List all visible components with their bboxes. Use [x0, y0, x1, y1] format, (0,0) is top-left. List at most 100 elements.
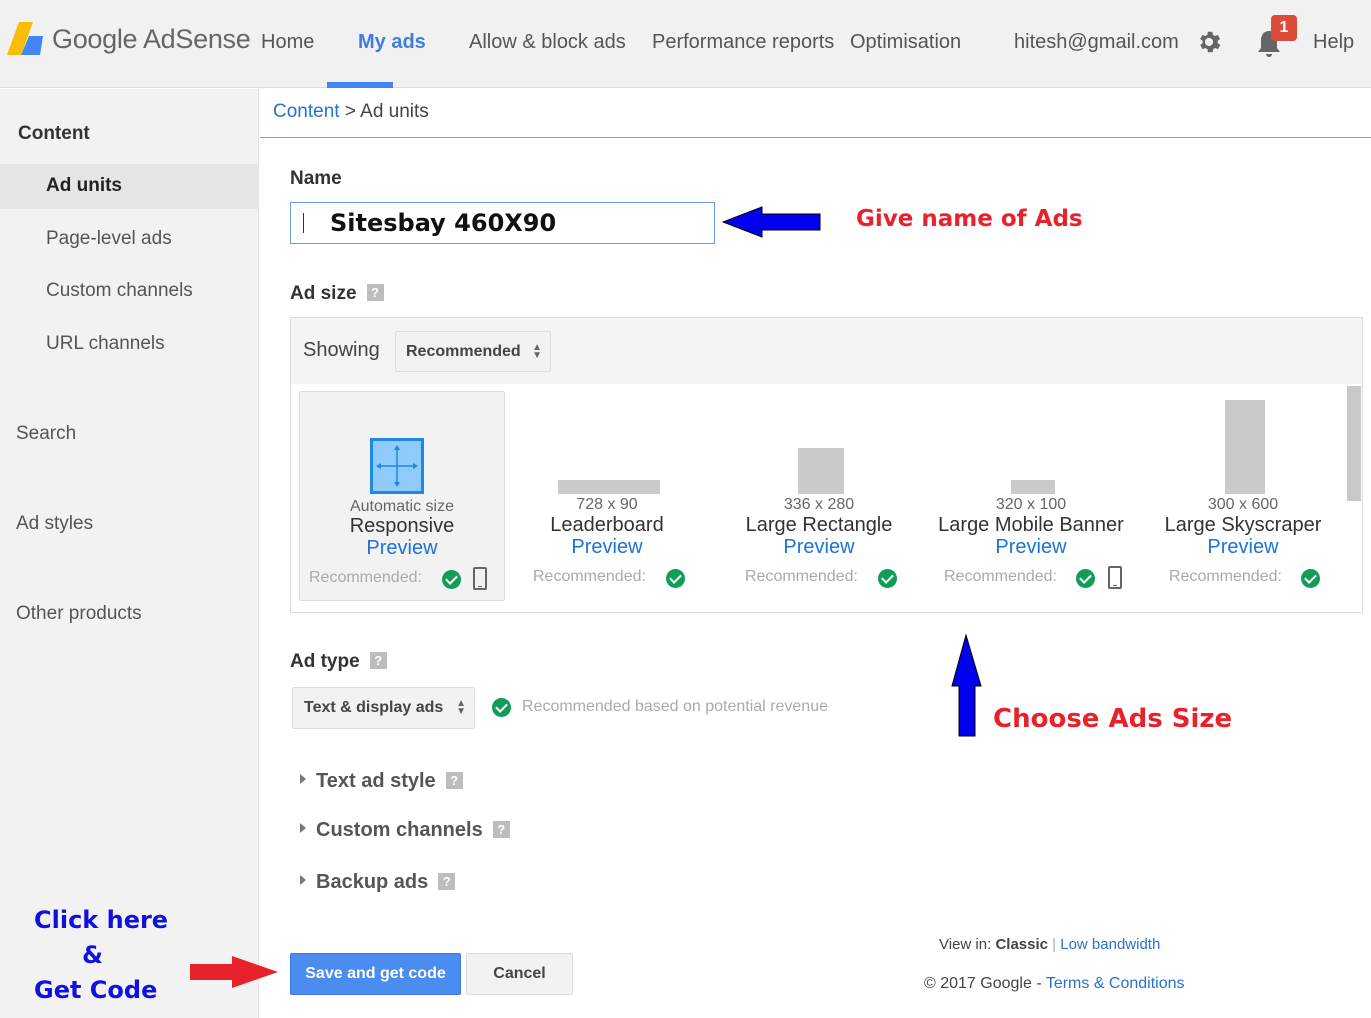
responsive-resize-icon [370, 438, 424, 494]
annotation-arrow-left-icon [722, 206, 821, 238]
ad-size-panel: Showing Recommended ▲ ▼ Automatic size Re… [290, 317, 1363, 613]
recommended-label: Recommended: [1169, 568, 1282, 585]
nav-optimisation[interactable]: Optimisation [850, 31, 961, 54]
ad-type-recommendation: Recommended based on potential revenue [522, 698, 828, 715]
name-label: Name [290, 168, 342, 189]
ad-unit-name-input[interactable]: Sitesbay 460X90 [290, 202, 715, 244]
section-backup-ads[interactable]: Backup ads? [300, 871, 456, 894]
help-link[interactable]: Help [1313, 31, 1354, 54]
view-classic: Classic [995, 936, 1048, 953]
preview-link[interactable]: Preview [928, 536, 1134, 559]
help-icon[interactable]: ? [492, 821, 510, 838]
ad-size-card-large-mobile-banner[interactable]: 320 x 100 Large Mobile Banner Preview Re… [928, 391, 1134, 601]
check-icon [666, 569, 685, 588]
ad-size-title: Large Mobile Banner [938, 514, 1124, 536]
ad-size-card-responsive[interactable]: Automatic size Responsive Preview Recomm… [299, 391, 505, 601]
expand-triangle-icon [300, 823, 306, 833]
active-tab-indicator [327, 82, 393, 88]
expand-triangle-icon [300, 875, 306, 885]
ad-size-card-leaderboard[interactable]: 728 x 90 Leaderboard Preview Recommended… [504, 391, 710, 601]
sidebar-section-content[interactable]: Content [18, 123, 90, 145]
ad-size-card-large-skyscraper[interactable]: 300 x 600 Large Skyscraper Preview Recom… [1140, 391, 1346, 601]
notification-badge[interactable]: 1 [1271, 15, 1297, 41]
section-label: Text ad style [316, 770, 436, 792]
preview-link[interactable]: Preview [300, 537, 504, 560]
sidebar-item-ad-units[interactable]: Ad units [46, 175, 122, 197]
ad-shape-preview [1225, 400, 1265, 494]
expand-triangle-icon [300, 774, 306, 784]
sidebar-item-search[interactable]: Search [16, 423, 76, 445]
ad-size-dims: 728 x 90 [576, 496, 638, 513]
preview-link[interactable]: Preview [504, 536, 710, 559]
sidebar-selected-highlight [0, 164, 259, 209]
annotation-ampersand: & [82, 941, 103, 969]
mobile-phone-icon [473, 567, 487, 590]
check-icon [492, 698, 511, 717]
help-icon[interactable]: ? [445, 772, 463, 789]
ad-type-label: Ad type? [290, 651, 387, 673]
ad-size-scrollbar[interactable] [1347, 386, 1361, 501]
sidebar-item-other-products[interactable]: Other products [16, 603, 142, 625]
save-and-get-code-button[interactable]: Save and get code [290, 953, 461, 995]
copyright-row: © 2017 Google - Terms & Conditions [924, 975, 1185, 993]
view-in-label: View in: [939, 936, 992, 953]
recommended-label: Recommended: [944, 568, 1057, 585]
adsense-logo-icon [7, 22, 43, 55]
copyright-separator: - [1036, 975, 1042, 992]
check-icon [442, 570, 461, 589]
sidebar-item-ad-styles[interactable]: Ad styles [16, 513, 93, 535]
terms-link[interactable]: Terms & Conditions [1046, 975, 1185, 992]
ad-shape-preview [1011, 480, 1055, 494]
user-email[interactable]: hitesh@gmail.com [1014, 31, 1179, 54]
check-icon [1301, 569, 1320, 588]
brand-name[interactable]: Google AdSense [52, 24, 251, 55]
sidebar-item-page-level-ads[interactable]: Page-level ads [46, 228, 172, 250]
ad-type-select[interactable]: Text & display ads ▲ ▼ [292, 687, 475, 729]
help-icon[interactable]: ? [369, 652, 387, 669]
ad-size-dims: 320 x 100 [995, 496, 1067, 513]
ad-size-title: Leaderboard [550, 514, 664, 536]
cancel-button[interactable]: Cancel [466, 953, 573, 995]
gear-icon[interactable] [1195, 28, 1223, 56]
section-text-ad-style[interactable]: Text ad style? [300, 770, 463, 793]
ad-size-label: Ad size? [290, 283, 384, 305]
view-in-row: View in: Classic | Low bandwidth [939, 936, 1160, 953]
annotation-arrow-right-icon [190, 956, 278, 988]
section-label: Backup ads [316, 871, 429, 893]
ad-size-filter-bar: Showing Recommended ▲ ▼ [291, 318, 1362, 384]
ad-size-card-large-rectangle[interactable]: 336 x 280 Large Rectangle Preview Recomm… [716, 391, 922, 601]
top-bar: Google AdSense Home My ads Allow & block… [0, 0, 1371, 88]
preview-link[interactable]: Preview [716, 536, 922, 559]
nav-performance-reports[interactable]: Performance reports [652, 31, 834, 54]
showing-label: Showing [303, 339, 380, 361]
ad-type-label-text: Ad type [290, 651, 360, 672]
section-custom-channels[interactable]: Custom channels? [300, 819, 510, 842]
ad-type-select-value: Text & display ads [304, 699, 444, 716]
select-arrows-icon: ▲ ▼ [456, 698, 466, 717]
check-icon [1076, 569, 1095, 588]
help-icon[interactable]: ? [366, 284, 384, 301]
nav-my-ads[interactable]: My ads [358, 31, 426, 54]
ad-size-title: Responsive [349, 515, 455, 537]
check-icon [878, 569, 897, 588]
preview-link[interactable]: Preview [1140, 536, 1346, 559]
section-label: Custom channels [316, 819, 483, 841]
showing-select-value: Recommended [406, 343, 521, 360]
mobile-phone-icon [1108, 566, 1122, 589]
nav-home[interactable]: Home [261, 31, 314, 54]
sidebar: Content Ad units Page-level ads Custom c… [0, 89, 259, 1018]
low-bandwidth-link[interactable]: Low bandwidth [1060, 936, 1160, 953]
showing-select[interactable]: Recommended ▲ ▼ [395, 331, 551, 372]
view-separator: | [1052, 936, 1057, 953]
recommended-label: Recommended: [745, 568, 858, 585]
ad-size-label-text: Ad size [290, 283, 357, 304]
help-icon[interactable]: ? [438, 873, 456, 890]
annotation-arrow-up-icon [951, 634, 982, 737]
sidebar-item-custom-channels[interactable]: Custom channels [46, 280, 193, 302]
recommended-label: Recommended: [533, 568, 646, 585]
breadcrumb-content-link[interactable]: Content [273, 101, 340, 122]
nav-allow-block-ads[interactable]: Allow & block ads [469, 31, 626, 54]
annotation-size-hint: Choose Ads Size [993, 704, 1233, 734]
sidebar-item-url-channels[interactable]: URL channels [46, 333, 165, 355]
breadcrumb-current: Ad units [360, 101, 429, 122]
